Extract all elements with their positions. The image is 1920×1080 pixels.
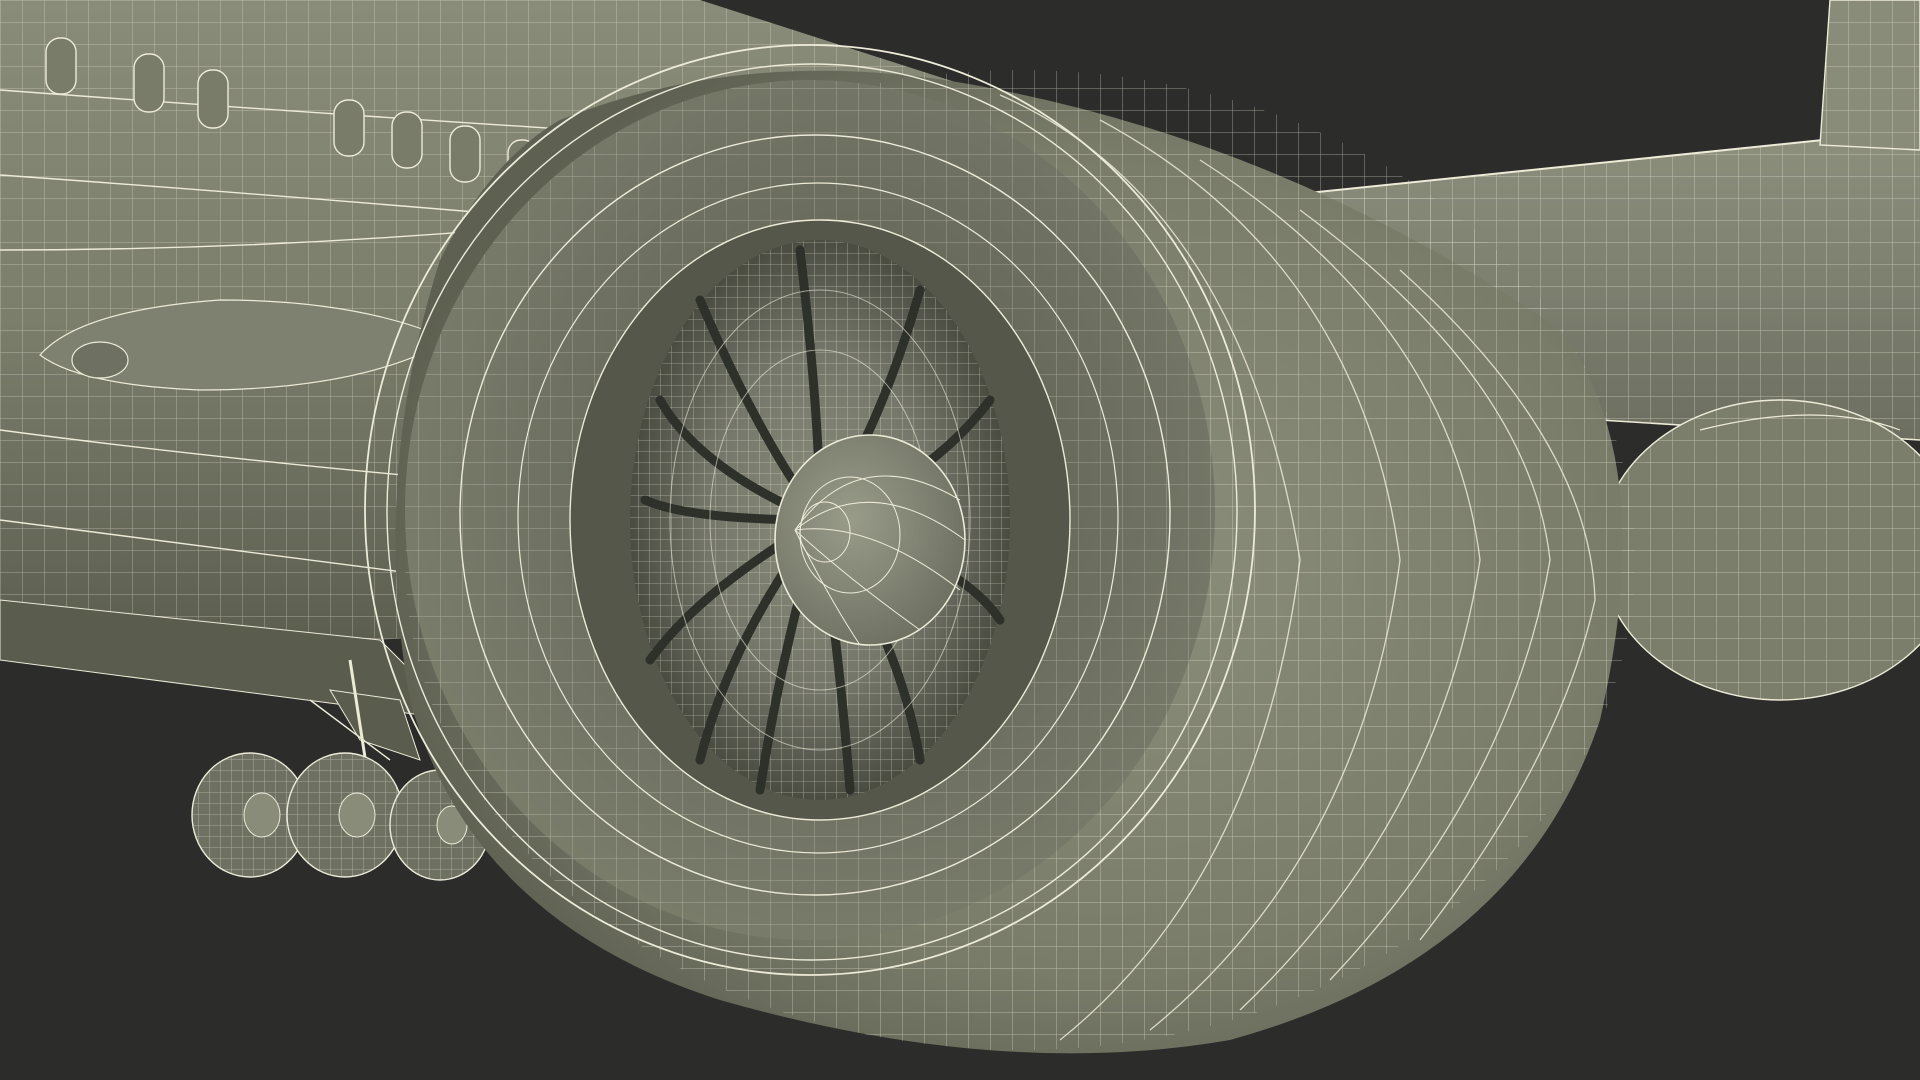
window	[45, 37, 77, 95]
spinner-cone	[774, 434, 966, 646]
render-viewport	[0, 0, 1920, 1054]
window	[133, 53, 165, 113]
window	[197, 69, 229, 129]
window	[391, 111, 423, 169]
wheel	[286, 752, 404, 878]
window	[449, 125, 481, 183]
window	[333, 99, 365, 157]
